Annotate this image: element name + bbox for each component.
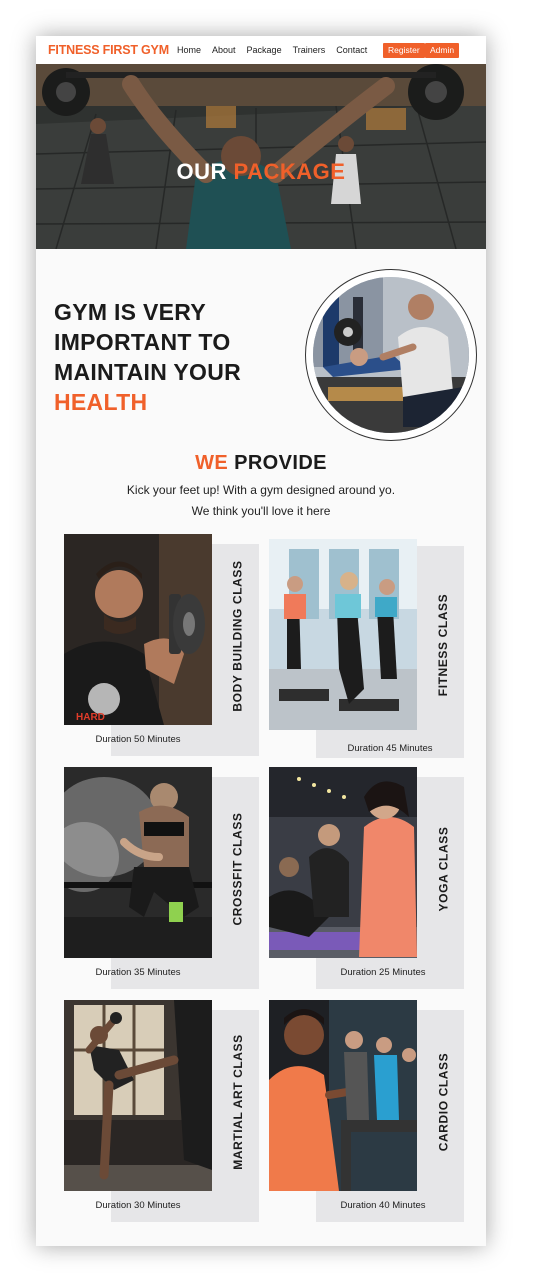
nav-trainers[interactable]: Trainers — [293, 45, 326, 55]
svg-text:HARD: HARD — [76, 712, 105, 723]
card-image-crossfit — [64, 767, 212, 958]
card-image-fitness — [269, 539, 417, 730]
package-card-body-building[interactable]: HARD BODY BUILDING CLASS Duration 50 Min… — [64, 534, 259, 759]
card-duration-body-building: Duration 50 Minutes — [95, 734, 181, 745]
hero-banner: OUR PACKAGE — [36, 64, 486, 249]
package-card-martial-art[interactable]: MARTIAL ART CLASS Duration 30 Minutes — [64, 1000, 259, 1225]
nav-about[interactable]: About — [212, 45, 236, 55]
card-duration-martial-art: Duration 30 Minutes — [95, 1200, 181, 1211]
card-image-yoga — [269, 767, 417, 958]
card-image-body-building: HARD — [64, 534, 212, 725]
brand-logo[interactable]: FITNESS FIRST GYM — [48, 43, 169, 57]
card-duration-yoga: Duration 25 Minutes — [340, 967, 426, 978]
provide-title-accent: WE — [195, 452, 235, 474]
card-title-martial-art: MARTIAL ART CLASS — [231, 1034, 245, 1170]
intro-line-1: GYM IS VERY — [54, 299, 206, 325]
card-duration-crossfit: Duration 35 Minutes — [95, 967, 181, 978]
hero-title: OUR PACKAGE — [36, 159, 486, 185]
card-title-cardio: CARDIO CLASS — [436, 1052, 451, 1152]
intro-line-accent: HEALTH — [54, 389, 148, 415]
provide-title: WE PROVIDE — [36, 452, 486, 475]
nav-contact[interactable]: Contact — [336, 45, 367, 55]
package-card-fitness[interactable]: FITNESS CLASS Duration 45 Minutes — [269, 539, 464, 764]
card-image-cardio — [269, 1000, 417, 1191]
hero-title-white: OUR — [176, 159, 234, 184]
admin-button[interactable]: Admin — [425, 43, 460, 58]
card-title-yoga: YOGA CLASS — [436, 826, 450, 912]
card-title-crossfit: CROSSFIT CLASS — [231, 812, 246, 926]
provide-subtitle-1: Kick your feet up! With a gym designed a… — [126, 483, 396, 497]
card-duration-cardio: Duration 40 Minutes — [340, 1200, 426, 1211]
navbar: FITNESS FIRST GYM Home About Package Tra… — [36, 36, 486, 64]
nav-package[interactable]: Package — [247, 45, 282, 55]
hero-title-accent: PACKAGE — [233, 159, 346, 184]
card-title-body-building: BODY BUILDING CLASS — [231, 560, 245, 712]
card-image-martial-art — [64, 1000, 212, 1191]
page: FITNESS FIRST GYM Home About Package Tra… — [36, 36, 486, 1246]
card-duration-fitness: Duration 45 Minutes — [347, 743, 433, 754]
intro-line-3: MAINTAIN YOUR — [54, 359, 242, 385]
provide-subtitle-2: We think you'll love it here — [191, 504, 331, 518]
provide-title-dark: PROVIDE — [234, 452, 327, 474]
package-card-cardio[interactable]: CARDIO CLASS Duration 40 Minutes — [269, 1000, 464, 1225]
package-card-yoga[interactable]: YOGA CLASS Duration 25 Minutes — [269, 767, 464, 992]
nav-links: Home About Package Trainers Contact — [177, 45, 367, 55]
nav-home[interactable]: Home — [177, 45, 201, 55]
intro-circle-image — [313, 277, 469, 433]
intro-heading: GYM IS VERY IMPORTANT TO MAINTAIN YOUR H… — [54, 297, 304, 417]
package-card-crossfit[interactable]: CROSSFIT CLASS Duration 35 Minutes — [64, 767, 259, 992]
register-button[interactable]: Register — [383, 43, 425, 58]
hero-background-image — [36, 64, 486, 249]
intro-line-2: IMPORTANT TO — [54, 329, 231, 355]
card-title-fitness: FITNESS CLASS — [436, 593, 451, 697]
intro-circle-frame — [305, 269, 477, 441]
